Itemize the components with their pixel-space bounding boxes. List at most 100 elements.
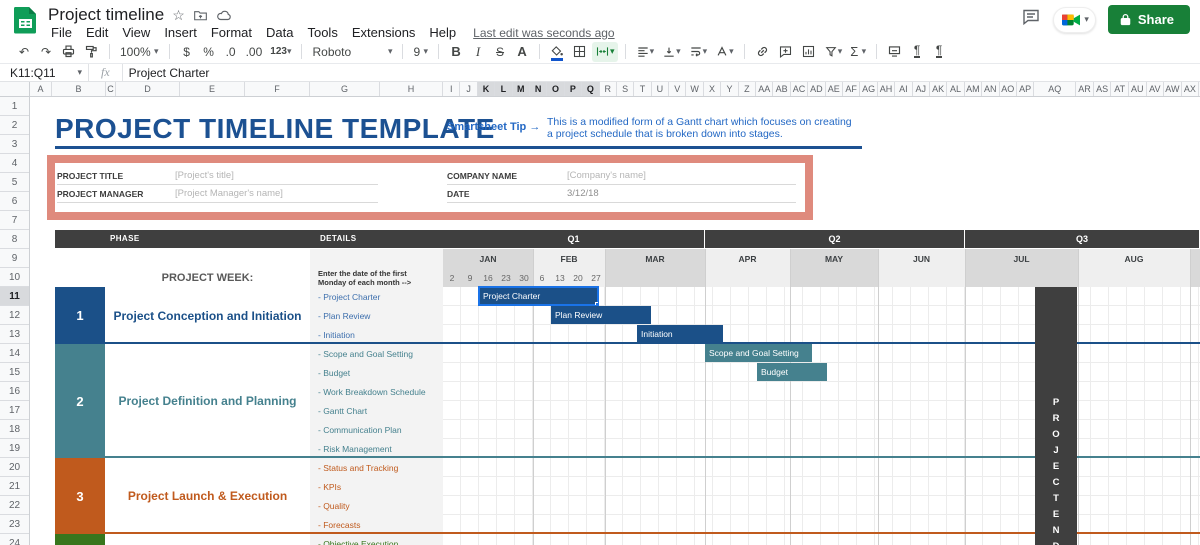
horizontal-align-button[interactable]: ▾ — [633, 42, 658, 62]
meet-button[interactable]: ▾ — [1053, 6, 1096, 33]
insert-comment-button[interactable] — [775, 42, 796, 62]
column-header-J[interactable]: J — [460, 82, 478, 96]
project-manager-row[interactable]: PROJECT MANAGER [Project Manager's name] — [57, 185, 378, 203]
name-box[interactable]: K11:Q11 ▾ — [0, 66, 88, 80]
column-header-N[interactable]: N — [529, 82, 548, 96]
project-title-value[interactable]: [Project's title] — [175, 170, 234, 181]
detail-cell[interactable]: - Work Breakdown Schedule — [310, 382, 443, 401]
column-header-Z[interactable]: Z — [739, 82, 757, 96]
detail-cell[interactable]: - Objective Execution — [310, 534, 443, 545]
row-header-7[interactable]: 7 — [0, 211, 29, 230]
create-filter-button[interactable]: ▾ — [821, 42, 846, 62]
row-header-5[interactable]: 5 — [0, 173, 29, 192]
font-select[interactable]: Roboto ▾ — [309, 42, 395, 62]
fill-color-button[interactable] — [547, 42, 567, 62]
column-header-AQ[interactable]: AQ — [1034, 82, 1077, 96]
date-row[interactable]: DATE 3/12/18 — [447, 185, 796, 203]
column-header-AM[interactable]: AM — [965, 82, 983, 96]
phase-4-block[interactable] — [55, 534, 105, 545]
row-header-19[interactable]: 19 — [0, 439, 29, 458]
column-header-AF[interactable]: AF — [843, 82, 861, 96]
paint-format-button[interactable] — [81, 42, 102, 62]
week-cells-JAN[interactable]: 2 9 16 23 30 — [443, 268, 533, 287]
column-header-F[interactable]: F — [245, 82, 310, 96]
column-header-AW[interactable]: AW — [1164, 82, 1182, 96]
column-header-V[interactable]: V — [669, 82, 687, 96]
row-header-9[interactable]: 9 — [0, 249, 29, 268]
week-cells-AUG[interactable] — [1078, 268, 1190, 287]
vertical-align-button[interactable]: ▾ — [659, 42, 684, 62]
functions-button[interactable]: Σ ▾ — [847, 42, 869, 62]
menu-format[interactable]: Format — [204, 24, 259, 41]
project-end-column[interactable]: PROJECTEND — [1035, 287, 1077, 545]
column-header-AX[interactable]: AX — [1182, 82, 1200, 96]
text-rotation-button[interactable]: ▾ — [712, 42, 737, 62]
meet-dropdown-caret[interactable]: ▾ — [1084, 14, 1089, 25]
phase-1-name[interactable]: Project Conception and Initiation — [105, 287, 310, 344]
row-header-17[interactable]: 17 — [0, 401, 29, 420]
column-header-X[interactable]: X — [704, 82, 722, 96]
column-header-AA[interactable]: AA — [756, 82, 774, 96]
row-header-18[interactable]: 18 — [0, 420, 29, 439]
gantt-bar-budget[interactable]: Budget — [757, 363, 827, 381]
row-header-4[interactable]: 4 — [0, 154, 29, 173]
month-header-AUG[interactable]: AUG — [1078, 249, 1190, 268]
quarter-header-q1[interactable]: Q1 — [443, 230, 704, 248]
detail-cell[interactable]: - Quality — [310, 496, 443, 515]
column-header-W[interactable]: W — [686, 82, 704, 96]
redo-button[interactable]: ↷ — [36, 42, 56, 62]
row-header-6[interactable]: 6 — [0, 192, 29, 211]
selection-fill-handle[interactable] — [595, 302, 598, 305]
document-title[interactable]: Project timeline — [48, 5, 164, 25]
row-header-11[interactable]: 11 — [0, 287, 29, 306]
strikethrough-button[interactable]: S — [490, 42, 510, 62]
borders-button[interactable] — [569, 42, 590, 62]
zoom-select[interactable]: 100% ▾ — [117, 42, 162, 62]
week-cells-JUN[interactable] — [878, 268, 965, 287]
column-header-E[interactable]: E — [180, 82, 245, 96]
quarter-header-q2[interactable]: Q2 — [705, 230, 964, 248]
text-wrap-button[interactable]: ▾ — [686, 42, 711, 62]
row-header-2[interactable]: 2 — [0, 116, 29, 135]
column-header-AN[interactable]: AN — [982, 82, 1000, 96]
project-title-row[interactable]: PROJECT TITLE [Project's title] — [57, 167, 378, 185]
column-header-Q[interactable]: Q — [582, 82, 600, 96]
column-header-AD[interactable]: AD — [808, 82, 826, 96]
column-header-Y[interactable]: Y — [721, 82, 739, 96]
timeline-grid[interactable] — [443, 287, 1200, 545]
formula-input[interactable]: Project Charter — [123, 66, 210, 80]
cloud-status-icon[interactable] — [216, 9, 232, 22]
column-header-AB[interactable]: AB — [773, 82, 791, 96]
row-header-8[interactable]: 8 — [0, 230, 29, 249]
company-name-row[interactable]: COMPANY NAME [Company's name] — [447, 167, 796, 185]
column-header-L[interactable]: L — [495, 82, 513, 96]
column-header-AC[interactable]: AC — [791, 82, 809, 96]
font-size-select[interactable]: 9 ▾ — [410, 42, 431, 62]
row-header-12[interactable]: 12 — [0, 306, 29, 325]
input-tools-icon-2[interactable]: ¶ — [929, 42, 949, 62]
share-button[interactable]: Share — [1107, 5, 1190, 34]
month-header-JUN[interactable]: JUN — [878, 249, 965, 268]
phase-2-name[interactable]: Project Definition and Planning — [105, 344, 310, 458]
sheets-logo-icon[interactable] — [12, 6, 39, 34]
gantt-bar-plan-review[interactable]: Plan Review — [551, 306, 651, 324]
column-header-K[interactable]: K — [477, 82, 496, 96]
gantt-bar-initiation[interactable]: Initiation — [637, 325, 723, 343]
bold-button[interactable]: B — [446, 42, 466, 62]
column-header-AE[interactable]: AE — [826, 82, 843, 96]
move-folder-icon[interactable] — [193, 8, 208, 22]
decrease-decimal-button[interactable]: .0 — [221, 42, 241, 62]
column-header-AT[interactable]: AT — [1111, 82, 1129, 96]
phase-2-block[interactable]: 2 — [55, 344, 105, 458]
input-tools-icon-1[interactable]: ¶ — [907, 42, 927, 62]
menu-data[interactable]: Data — [259, 24, 300, 41]
menu-help[interactable]: Help — [422, 24, 463, 41]
column-header-T[interactable]: T — [634, 82, 652, 96]
spreadsheet-canvas[interactable]: PROJECT TIMELINE TEMPLATE Smartsheet Tip… — [30, 97, 1200, 545]
merge-cells-button[interactable]: ▾ — [592, 41, 618, 62]
column-header-P[interactable]: P — [564, 82, 583, 96]
column-header-I[interactable]: I — [443, 82, 461, 96]
italic-button[interactable]: I — [468, 42, 488, 62]
row-header-10[interactable]: 10 — [0, 268, 29, 287]
date-value[interactable]: 3/12/18 — [567, 188, 599, 199]
